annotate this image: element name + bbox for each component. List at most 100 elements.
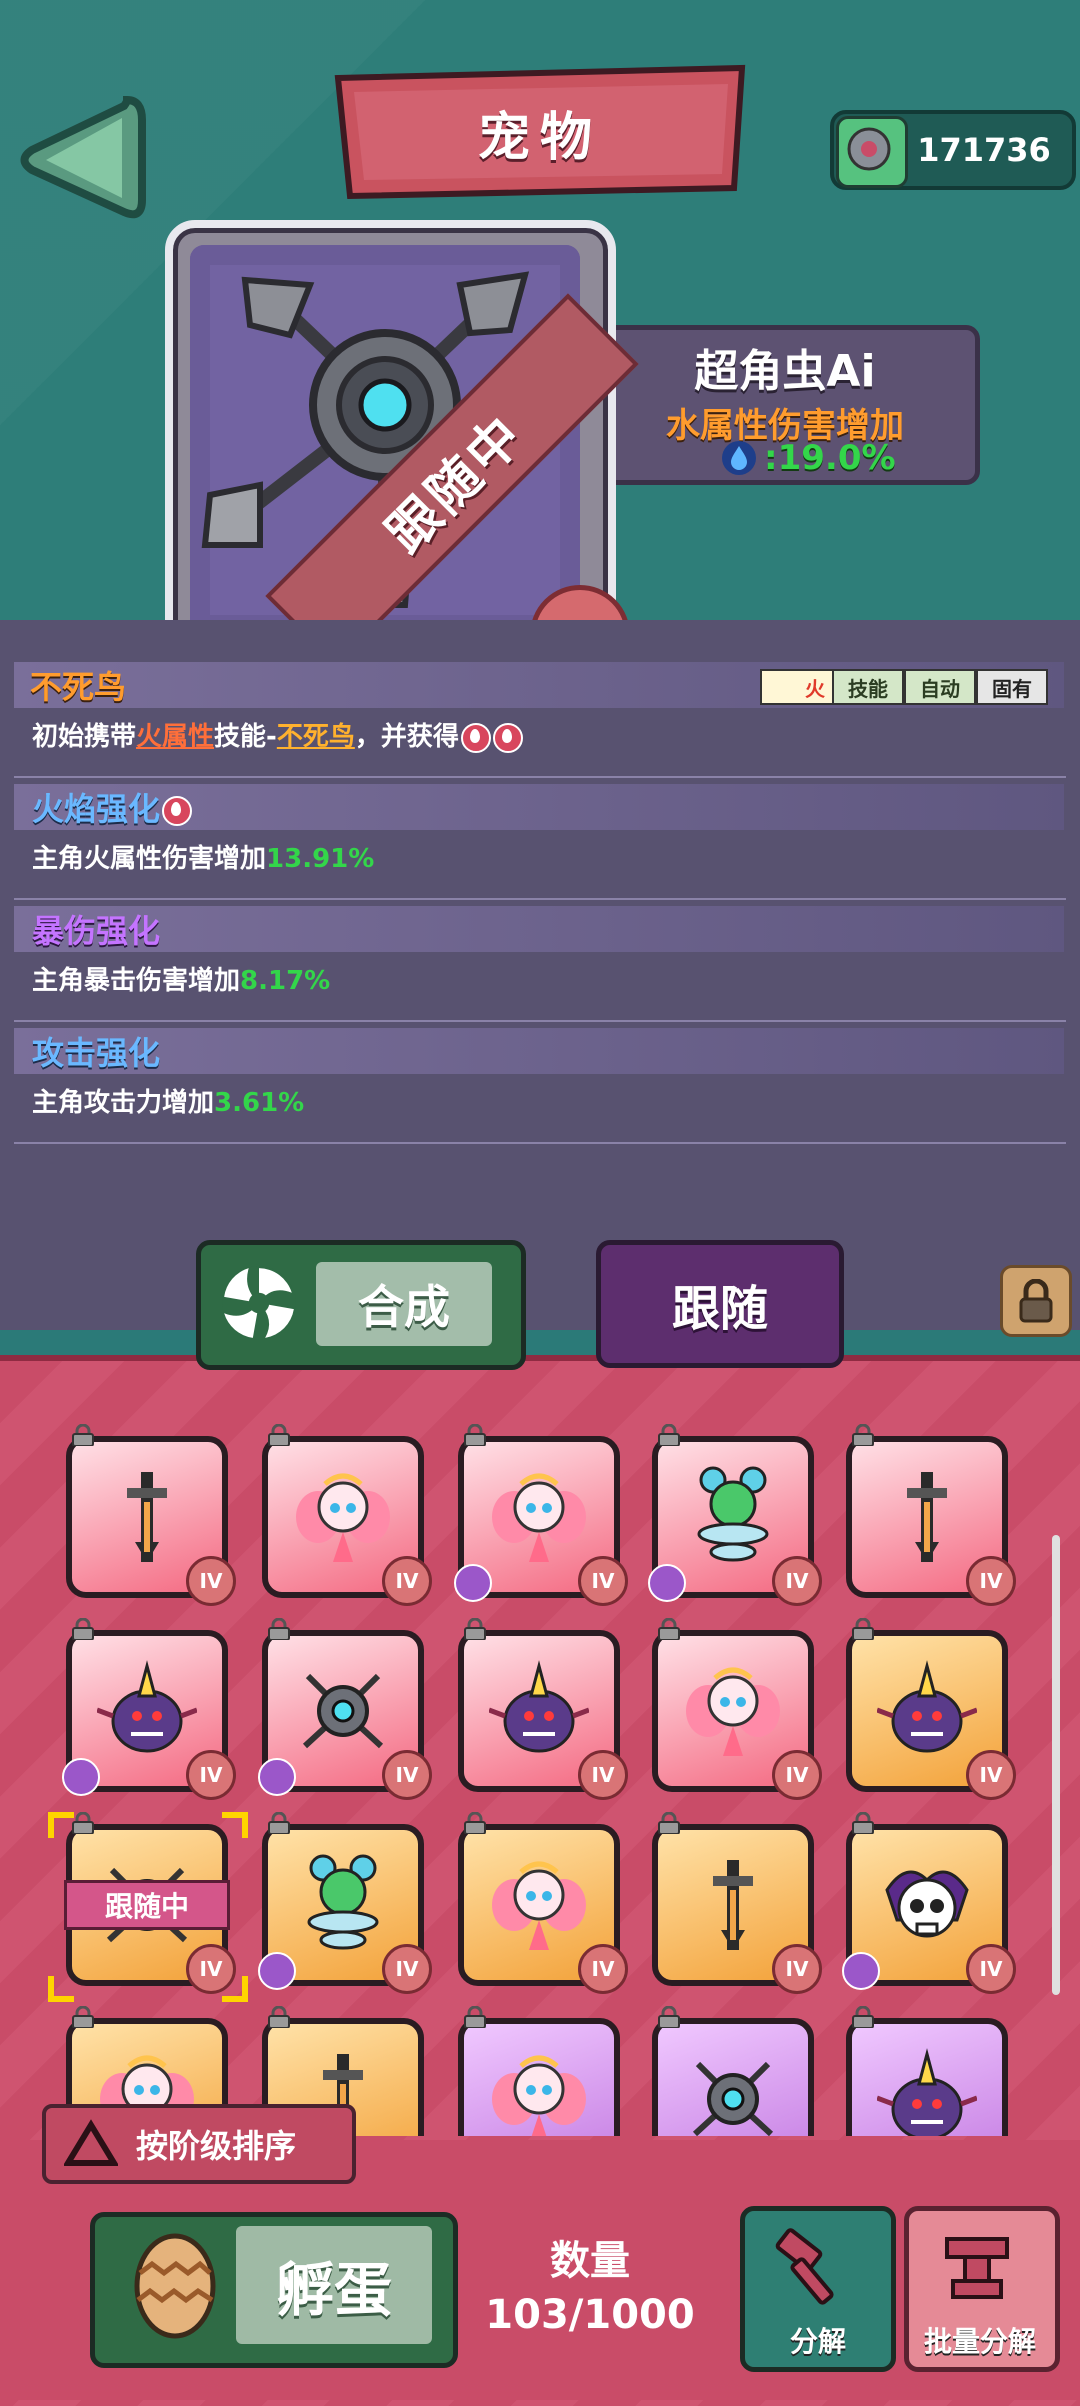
lock-icon bbox=[658, 1424, 680, 1446]
divider bbox=[14, 898, 1066, 900]
pet-slot[interactable]: IV bbox=[648, 1424, 822, 1606]
lock-icon bbox=[852, 1424, 874, 1446]
horn-bug-pet-icon bbox=[96, 1656, 198, 1766]
pet-slot[interactable]: IV bbox=[846, 1618, 1016, 1800]
lock-icon bbox=[72, 2006, 94, 2028]
triangle-up-icon bbox=[64, 2119, 118, 2166]
frame-corner bbox=[222, 1812, 248, 1838]
divider bbox=[14, 776, 1066, 778]
count-label: 数量 bbox=[550, 2238, 630, 2284]
orb-bug-pet-icon bbox=[293, 1656, 393, 1766]
selection-frame bbox=[48, 1812, 248, 2002]
skill-description: 主角暴击伤害增加8.17% bbox=[32, 960, 330, 997]
level-badge: IV bbox=[966, 1750, 1016, 1800]
element-icon bbox=[648, 1564, 686, 1602]
pet-slot[interactable]: IV bbox=[652, 1618, 822, 1800]
frame-corner bbox=[48, 1976, 74, 2002]
hammer-icon bbox=[775, 2228, 834, 2305]
tab-merge-label: 合成 bbox=[316, 1262, 492, 1346]
pet-slot[interactable]: IV bbox=[652, 2006, 814, 2136]
level-badge: IV bbox=[772, 1944, 822, 1994]
skill-title-text: 火焰强化 bbox=[32, 790, 161, 828]
fairy-pet-icon bbox=[293, 1462, 393, 1572]
skill-description: 主角攻击力增加3.61% bbox=[32, 1082, 304, 1119]
page-title: 宠物 bbox=[477, 107, 602, 168]
lock-icon bbox=[268, 1618, 290, 1640]
fire-icon bbox=[162, 796, 193, 826]
element-icon bbox=[258, 1758, 296, 1796]
lock-icon bbox=[658, 2006, 680, 2028]
lock-button[interactable] bbox=[1000, 1265, 1072, 1337]
divider bbox=[14, 1142, 1066, 1144]
skill-header bbox=[14, 1028, 1064, 1074]
pet-slot[interactable]: IV bbox=[458, 2006, 620, 2136]
pet-slot[interactable]: IV bbox=[262, 1424, 432, 1606]
desc-text: 主角攻击力增加 bbox=[32, 1088, 215, 1118]
pet-slot[interactable]: IV bbox=[458, 1618, 628, 1800]
pet-slot[interactable]: IV bbox=[846, 1424, 1016, 1606]
fairy-pet-icon bbox=[489, 2044, 589, 2136]
lock-icon bbox=[852, 1812, 874, 1834]
tornado-pet-icon bbox=[683, 1462, 783, 1572]
lock-icon bbox=[1019, 1279, 1053, 1323]
frame-corner bbox=[48, 1812, 74, 1838]
currency-value: 171736 bbox=[917, 131, 1051, 169]
skill-title: 火焰强化 bbox=[32, 784, 193, 830]
sword-pet-icon bbox=[877, 1462, 977, 1572]
tornado-pet-icon bbox=[293, 1850, 393, 1960]
desc-highlight: 火属性 bbox=[136, 722, 215, 752]
tag-skill: 技能 bbox=[832, 669, 904, 705]
skill-value: 3.61% bbox=[214, 1088, 305, 1118]
fire-icon bbox=[460, 722, 491, 753]
tag-auto: 自动 bbox=[904, 669, 976, 705]
lock-icon bbox=[464, 1618, 486, 1640]
pet-bonus-value: :19.0% bbox=[764, 438, 896, 478]
level-badge: IV bbox=[772, 1750, 822, 1800]
gem-currency-icon bbox=[836, 116, 908, 188]
level-badge: IV bbox=[382, 1944, 432, 1994]
pet-slot[interactable]: IV bbox=[842, 1812, 1016, 1994]
level-badge: IV bbox=[966, 1944, 1016, 1994]
lock-icon bbox=[464, 2006, 486, 2028]
hatch-label: 孵蛋 bbox=[236, 2226, 432, 2344]
pet-bonus-row: :19.0% bbox=[720, 436, 920, 480]
skill-title: 攻击强化 bbox=[32, 1034, 161, 1072]
pet-slot[interactable]: IV bbox=[66, 1424, 236, 1606]
horn-bug-pet-icon bbox=[488, 1656, 590, 1766]
lock-icon bbox=[268, 1812, 290, 1834]
level-badge: IV bbox=[578, 1556, 628, 1606]
lock-icon bbox=[464, 1812, 486, 1834]
lock-icon bbox=[268, 2006, 290, 2028]
skill-header bbox=[14, 906, 1064, 952]
tag-innate: 固有 bbox=[976, 669, 1048, 705]
pet-slot[interactable]: IV bbox=[652, 1812, 822, 1994]
pet-name: 超角虫Ai bbox=[694, 346, 876, 397]
skull-pet-icon bbox=[877, 1850, 977, 1960]
desc-text: 技能- bbox=[214, 722, 277, 752]
desc-text: 主角暴击伤害增加 bbox=[32, 966, 241, 996]
pet-slot[interactable]: IV bbox=[458, 1812, 628, 1994]
egg-icon bbox=[134, 2233, 216, 2339]
anvil-icon bbox=[945, 2237, 1009, 2299]
horn-bug-pet-icon bbox=[876, 1656, 978, 1766]
fire-icon bbox=[492, 722, 523, 753]
skill-title: 不死鸟 bbox=[30, 668, 127, 706]
pet-grid: IVIVIVIVIVIVIVIVIVIVIV跟随中IVIVIVIVIVIVIVI… bbox=[0, 1400, 1080, 2136]
level-badge: IV bbox=[578, 1944, 628, 1994]
element-icon bbox=[62, 1758, 100, 1796]
lock-icon bbox=[268, 1424, 290, 1446]
pet-slot[interactable]: IV bbox=[62, 1618, 236, 1800]
desc-text: 初始携带 bbox=[32, 722, 137, 752]
tab-follow[interactable]: 跟随 bbox=[596, 1240, 844, 1368]
scrollbar[interactable] bbox=[1052, 1535, 1060, 1995]
lock-icon bbox=[852, 2006, 874, 2028]
desc-text: 主角火属性伤害增加 bbox=[32, 844, 267, 874]
pet-slot[interactable]: IV bbox=[258, 1618, 432, 1800]
desc-text: ，并获得 bbox=[354, 722, 459, 752]
lock-icon bbox=[72, 1618, 94, 1640]
pet-slot[interactable]: IV bbox=[258, 1812, 432, 1994]
pet-slot[interactable]: IV bbox=[846, 2006, 1008, 2136]
pet-slot[interactable]: IV bbox=[454, 1424, 628, 1606]
back-arrow-icon[interactable] bbox=[12, 90, 152, 230]
sort-button[interactable]: 按阶级排序 bbox=[42, 2104, 356, 2184]
